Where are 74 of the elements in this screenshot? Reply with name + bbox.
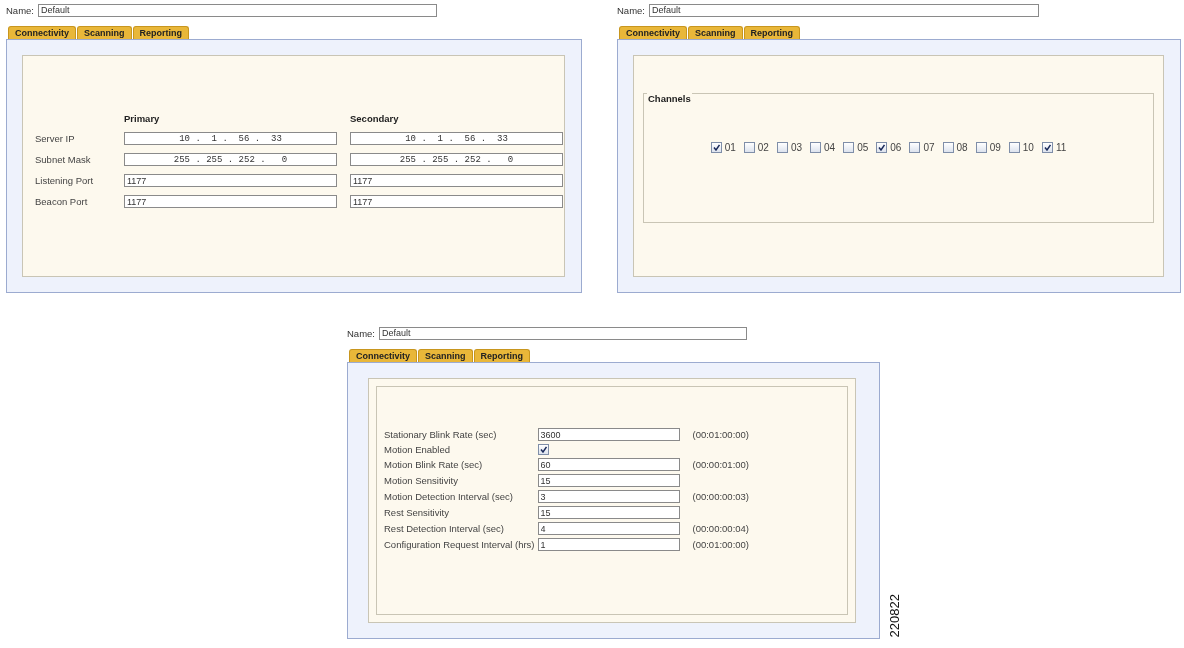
name-field[interactable]: Default	[649, 3, 1039, 17]
tab[interactable]: Reporting	[473, 349, 531, 362]
name-label: Name:	[6, 4, 34, 16]
ip-address-field[interactable]: 255 . 255 . 252 . 0	[124, 153, 337, 166]
input-field[interactable]: 1177	[124, 195, 337, 208]
tab[interactable]: Connectivity	[8, 26, 76, 39]
tab[interactable]: Scanning	[688, 26, 743, 39]
name-field[interactable]: Default	[38, 3, 437, 17]
ip-address-field[interactable]: 255 . 255 . 252 . 0	[350, 153, 563, 166]
field-label: Motion Sensitivity	[384, 475, 459, 486]
input-field[interactable]: 60	[537, 458, 680, 471]
field-label: Rest Sensitivity	[384, 507, 450, 518]
column-header: Primary	[124, 113, 161, 124]
input-field[interactable]: 1177	[124, 174, 337, 187]
checkbox[interactable]	[1041, 142, 1053, 153]
name-field[interactable]: Default	[379, 326, 747, 340]
input-field[interactable]: 15	[537, 474, 680, 487]
input-field[interactable]: 1177	[350, 174, 563, 187]
field-label: Configuration Request Interval (hrs)	[384, 539, 535, 550]
field-label: Motion Blink Rate (sec)	[384, 459, 484, 470]
field-label: Stationary Blink Rate (sec)	[384, 429, 498, 440]
input-field[interactable]: 3	[537, 490, 680, 503]
checkbox[interactable]	[537, 444, 549, 455]
figure-number: 220822	[887, 594, 902, 638]
checkbox[interactable]	[776, 142, 788, 153]
name-label: Name:	[617, 4, 645, 16]
checkbox[interactable]	[909, 142, 921, 153]
duration-text: (00:01:00:00)	[692, 429, 749, 440]
input-field[interactable]: 3600	[537, 428, 680, 441]
tab[interactable]: Reporting	[132, 26, 190, 39]
checkbox-label: 07	[923, 142, 935, 153]
duration-text: (00:00:00:04)	[692, 523, 749, 534]
checkbox[interactable]	[1008, 142, 1020, 153]
checkbox[interactable]	[975, 142, 987, 153]
checkbox-label: 08	[956, 142, 968, 153]
field-label: Listening Port	[35, 175, 95, 186]
checkbox-label: 04	[824, 142, 836, 153]
input-field[interactable]: 15	[537, 506, 680, 519]
checkbox-label: 10	[1022, 142, 1034, 153]
duration-text: (00:01:00:00)	[692, 539, 749, 550]
checkbox[interactable]	[843, 142, 855, 153]
field-label: Motion Detection Interval (sec)	[384, 491, 514, 502]
input-field[interactable]: 4	[537, 522, 680, 535]
input-field[interactable]: 1177	[350, 195, 563, 208]
group-title: Channels	[647, 93, 692, 104]
field-label: Server IP	[35, 133, 76, 144]
field-label: Rest Detection Interval (sec)	[384, 523, 505, 534]
checkbox-label: 09	[989, 142, 1001, 153]
field-label: Subnet Mask	[35, 154, 92, 165]
checkbox[interactable]	[942, 142, 954, 153]
column-header: Secondary	[350, 113, 400, 124]
tab[interactable]: Connectivity	[349, 349, 417, 362]
tab[interactable]: Reporting	[743, 26, 801, 39]
checkbox[interactable]	[810, 142, 822, 153]
checkbox-label: 06	[890, 142, 902, 153]
checkbox[interactable]	[743, 142, 755, 153]
tab[interactable]: Connectivity	[619, 26, 687, 39]
checkbox[interactable]	[876, 142, 888, 153]
checkbox[interactable]	[710, 142, 722, 153]
checkbox-label: 02	[757, 142, 769, 153]
input-field[interactable]: 1	[537, 538, 680, 551]
ip-address-field[interactable]: 10 . 1 . 56 . 33	[350, 132, 563, 145]
tab[interactable]: Scanning	[77, 26, 132, 39]
duration-text: (00:00:00:03)	[692, 491, 749, 502]
checkbox-label: 03	[790, 142, 803, 153]
field-label: Motion Enabled	[384, 444, 452, 455]
checkbox-label: 05	[857, 142, 869, 153]
checkbox-label: 01	[724, 142, 736, 153]
tab[interactable]: Scanning	[418, 349, 473, 362]
ip-address-field[interactable]: 10 . 1 . 56 . 33	[124, 132, 337, 145]
field-label: Beacon Port	[35, 196, 89, 207]
checkbox-label: 11	[1055, 142, 1067, 153]
duration-text: (00:00:01:00)	[692, 459, 749, 470]
name-label: Name:	[347, 327, 375, 339]
